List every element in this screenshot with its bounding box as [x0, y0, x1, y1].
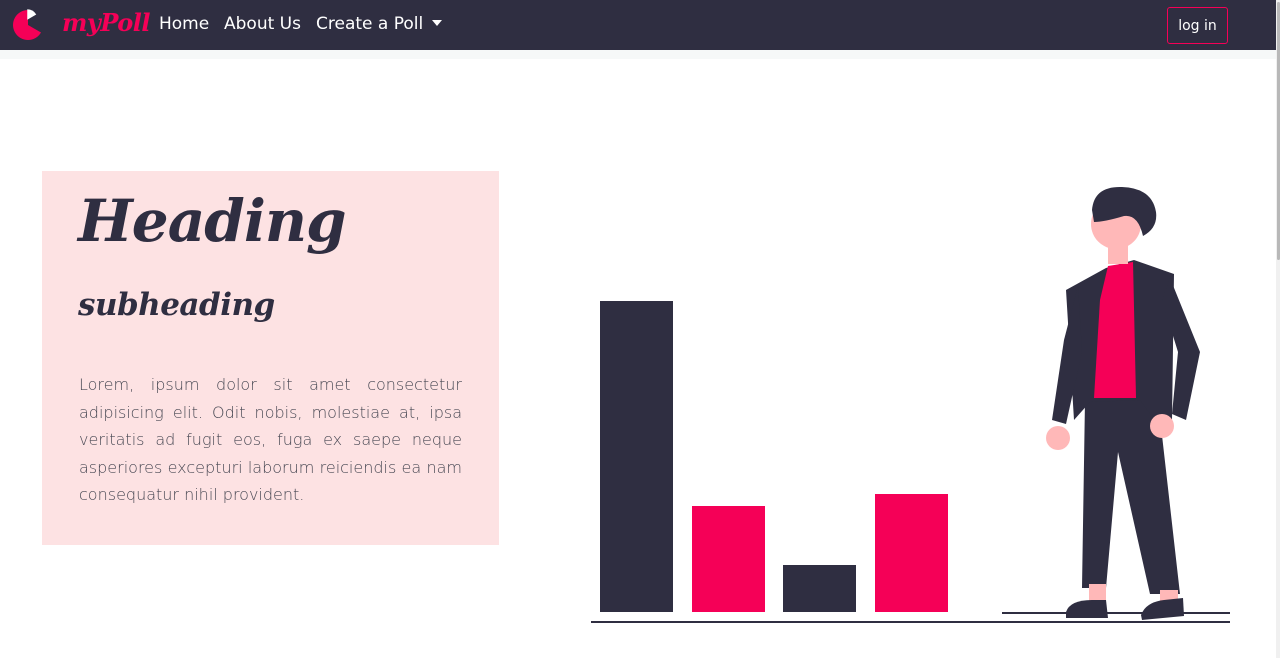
- illustration-bar: [875, 494, 948, 612]
- page-scrollbar[interactable]: [1276, 0, 1280, 658]
- illustration-bar: [600, 301, 673, 612]
- illustration-bar: [783, 565, 856, 612]
- person-figure: [1046, 186, 1200, 620]
- hero-illustration: [591, 186, 1230, 623]
- illustration-bar: [692, 506, 765, 612]
- illustration-bars: [600, 301, 948, 612]
